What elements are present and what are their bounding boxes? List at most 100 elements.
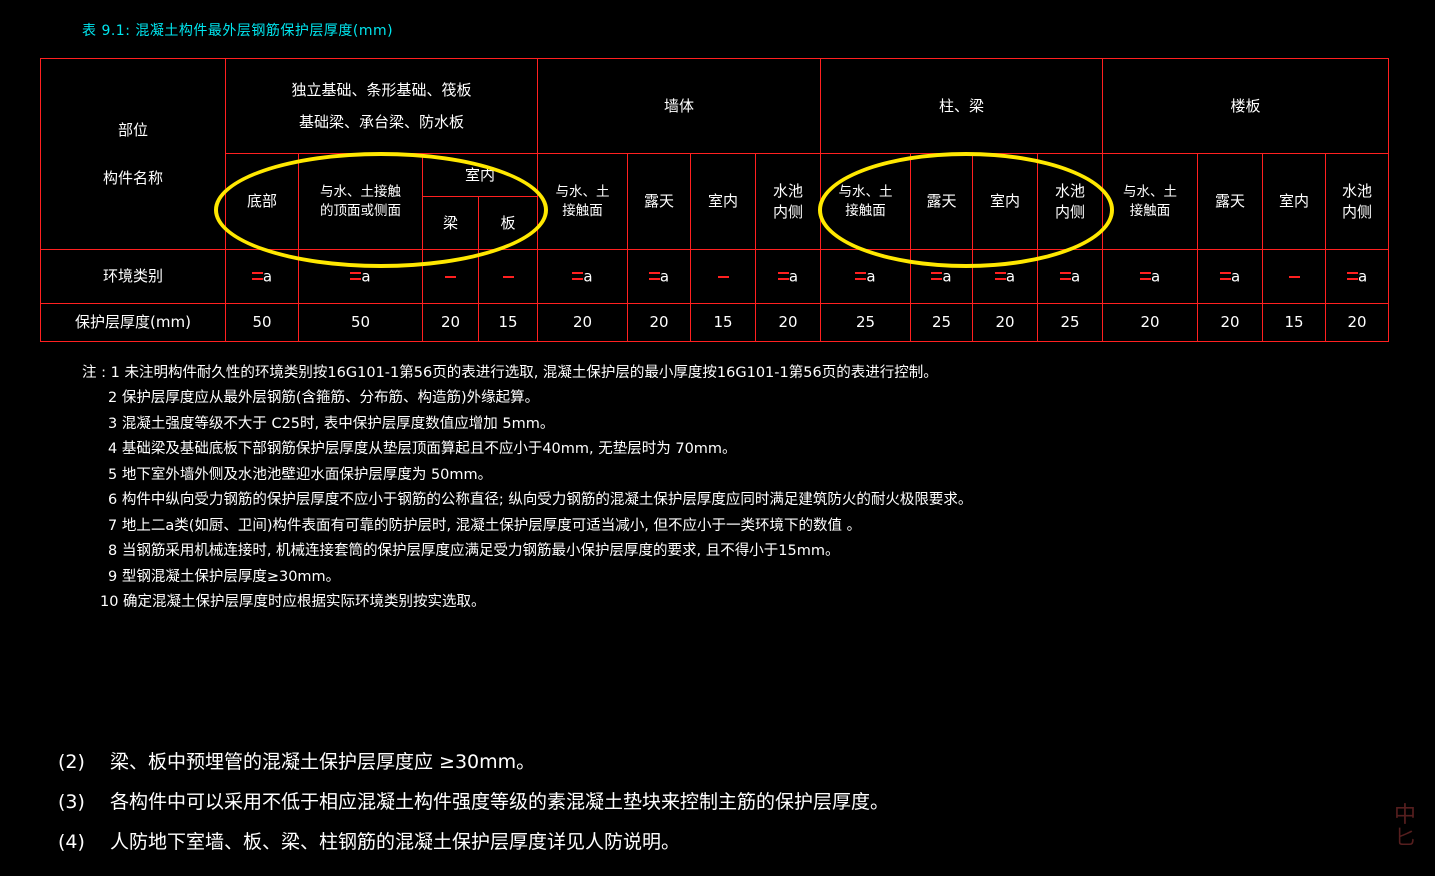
bullet-number: (4) [58, 830, 85, 853]
subheader-col-indoor-label: 室内 [990, 192, 1021, 211]
group-column-beam-label: 柱、梁 [939, 96, 985, 115]
group-header-slab: 楼板 [1102, 58, 1390, 154]
subheader-foundation-indoor: 室内 [421, 153, 539, 197]
subheader-foundation-indoor-beam: 梁 [422, 196, 479, 250]
thickness-cell-4: 20 [537, 303, 629, 342]
thickness-cell-3: 15 [477, 303, 539, 342]
table-header-sub-row-a: 底部 与水、土接触 的顶面或侧面 室内 与水、土 接触面 露天 室内 水池 内侧… [41, 153, 1390, 250]
bullet-number: (2) [58, 751, 85, 773]
env-cell-8: a [820, 249, 912, 304]
subheader-col-indoor: 室内 [972, 153, 1039, 250]
env-cell-6 [690, 249, 757, 304]
subheader-foundation-indoor-slab: 板 [477, 196, 539, 250]
group-wall-label: 墙体 [664, 96, 695, 115]
thickness-cell-6: 15 [690, 303, 757, 342]
thickness-cell-8: 25 [820, 303, 912, 342]
subheader-slab-open-air: 露天 [1197, 153, 1264, 250]
bullet-item: (3) 各构件中可以采用不低于相应混凝土构件强度等级的素混凝土垫块来控制主筋的保护… [58, 790, 1398, 813]
thickness-cell-11: 25 [1037, 303, 1104, 342]
group-foundation-line2: 基础梁、承台梁、防水板 [299, 113, 465, 131]
bullet-text: 各构件中可以采用不低于相应混凝土构件强度等级的素混凝土垫块来控制主筋的保护层厚度… [110, 790, 890, 813]
thickness-cell-14: 15 [1262, 303, 1327, 342]
subheader-col-water-soil-line1: 与水、土 [838, 184, 893, 201]
thickness-cell-5: 20 [627, 303, 692, 342]
env-value-7: a [777, 266, 798, 287]
env-value-9: a [931, 266, 952, 287]
env-cell-15: a [1325, 249, 1390, 304]
note-item: 8 当钢筋采用机械连接时, 机械连接套筒的保护层厚度应满足受力钢筋最小保护层厚度… [108, 543, 840, 560]
env-cell-7: a [755, 249, 822, 304]
thickness-cell-0: 50 [225, 303, 299, 342]
notes-list: 注 : 1 未注明构件耐久性的环境类别按16G101-1第56页的表进行选取, … [82, 365, 1402, 620]
env-value-11: a [1059, 266, 1080, 287]
env-cell-13: a [1197, 249, 1264, 304]
env-value-12: a [1139, 266, 1160, 287]
watermark: 中 匕 [1379, 804, 1431, 870]
env-value-8: a [855, 266, 876, 287]
note-item: 2 保护层厚度应从最外层钢筋(含箍筋、分布筋、构造筋)外缘起算。 [108, 390, 540, 407]
subheader-wall-indoor: 室内 [690, 153, 757, 250]
thickness-cell-1: 50 [298, 303, 423, 342]
bullet-text: 梁、板中预埋管的混凝土保护层厚度应 ≥30mm。 [110, 751, 536, 773]
thickness-cell-10: 20 [972, 303, 1039, 342]
subheader-foundation-water-soil-line2: 的顶面或侧面 [320, 202, 401, 219]
bullet-number: (3) [58, 790, 85, 813]
watermark-line1: 中 [1393, 803, 1416, 828]
cover-thickness-table: 部位 构件名称 独立基础、条形基础、筏板 基础梁、承台梁、防水板 墙体 柱、梁 … [40, 58, 1390, 342]
env-cell-11: a [1037, 249, 1104, 304]
subheader-col-pool-line1: 水池 [1055, 182, 1086, 201]
subheader-col-water-soil-line2: 接触面 [845, 202, 886, 219]
env-value-5: a [648, 266, 669, 287]
group-header-column-beam: 柱、梁 [820, 58, 1104, 154]
env-value-14 [1288, 266, 1300, 286]
subheader-foundation-bottom-label: 底部 [246, 192, 277, 211]
subheader-slab-indoor: 室内 [1262, 153, 1327, 250]
table-row-environment-class: 环境类别 a a a a a a a a a a a a [40, 249, 1390, 304]
group-header-wall: 墙体 [537, 58, 822, 154]
subheader-wall-pool-line1: 水池 [773, 182, 804, 201]
env-cell-3 [477, 249, 539, 304]
row-label-cover-thickness: 保护层厚度(mm) [40, 303, 226, 342]
subheader-foundation-indoor-label: 室内 [465, 165, 496, 184]
page-title: 表 9.1: 混凝土构件最外层钢筋保护层厚度(mm) [82, 23, 394, 39]
note-item: 注 : 1 未注明构件耐久性的环境类别按16G101-1第56页的表进行选取, … [82, 365, 938, 381]
subheader-wall-water-soil: 与水、土 接触面 [537, 153, 629, 250]
subheader-slab-water-soil-line1: 与水、土 [1123, 184, 1178, 201]
corner-header-line1: 部位 [117, 120, 148, 139]
subheader-wall-open-air-label: 露天 [644, 192, 675, 211]
subheader-slab-indoor-label: 室内 [1279, 192, 1310, 211]
note-item: 9 型钢混凝土保护层厚度≥30mm。 [108, 568, 341, 585]
note-item: 3 混凝土强度等级不大于 C25时, 表中保护层厚度数值应增加 5mm。 [108, 415, 555, 432]
subheader-slab-water-soil: 与水、土 接触面 [1102, 153, 1199, 250]
thickness-cell-12: 20 [1102, 303, 1199, 342]
env-value-15: a [1346, 266, 1367, 287]
subheader-slab-water-soil-line2: 接触面 [1129, 202, 1171, 219]
thickness-cell-15: 20 [1325, 303, 1390, 342]
group-foundation-line1: 独立基础、条形基础、筏板 [291, 80, 472, 99]
thickness-cell-2: 20 [422, 303, 479, 342]
table-header-group-row: 部位 构件名称 独立基础、条形基础、筏板 基础梁、承台梁、防水板 墙体 柱、梁 … [40, 58, 1390, 250]
subheader-slab-pool-line2: 内侧 [1342, 202, 1373, 221]
env-cell-2 [422, 249, 479, 304]
env-value-1: a [350, 266, 371, 287]
subheader-slab-pool-inner: 水池 内侧 [1325, 153, 1390, 250]
subheader-col-pool-inner: 水池 内侧 [1037, 153, 1104, 250]
subheader-slab-pool-line1: 水池 [1342, 182, 1373, 201]
note-item: 7 地上二a类(如厨、卫间)构件表面有可靠的防护层时, 混凝土保护层厚度可适当减… [108, 517, 862, 534]
subheader-col-open-air: 露天 [910, 153, 974, 250]
table-row-cover-thickness: 保护层厚度(mm) 50 50 20 15 20 20 15 20 25 25 … [40, 303, 1390, 342]
env-value-10: a [994, 266, 1015, 287]
watermark-line2: 匕 [1395, 825, 1415, 850]
env-cell-1: a [298, 249, 423, 304]
corner-header-line2: 构件名称 [102, 169, 163, 187]
note-item: 4 基础梁及基础底板下部钢筋保护层厚度从垫层顶面算起且不应小于40mm, 无垫层… [108, 441, 737, 458]
env-cell-5: a [627, 249, 692, 304]
group-slab-label: 楼板 [1230, 96, 1261, 115]
thickness-cell-13: 20 [1197, 303, 1264, 342]
corner-header-cell: 部位 构件名称 [40, 58, 226, 250]
subheader-foundation-water-soil-line1: 与水、土接触 [320, 184, 401, 201]
env-cell-0: a [225, 249, 299, 304]
subheader-foundation-water-soil: 与水、土接触 的顶面或侧面 [298, 153, 423, 250]
env-cell-4: a [537, 249, 629, 304]
bullet-text: 人防地下室墙、板、梁、柱钢筋的混凝土保护层厚度详见人防说明。 [110, 830, 681, 853]
